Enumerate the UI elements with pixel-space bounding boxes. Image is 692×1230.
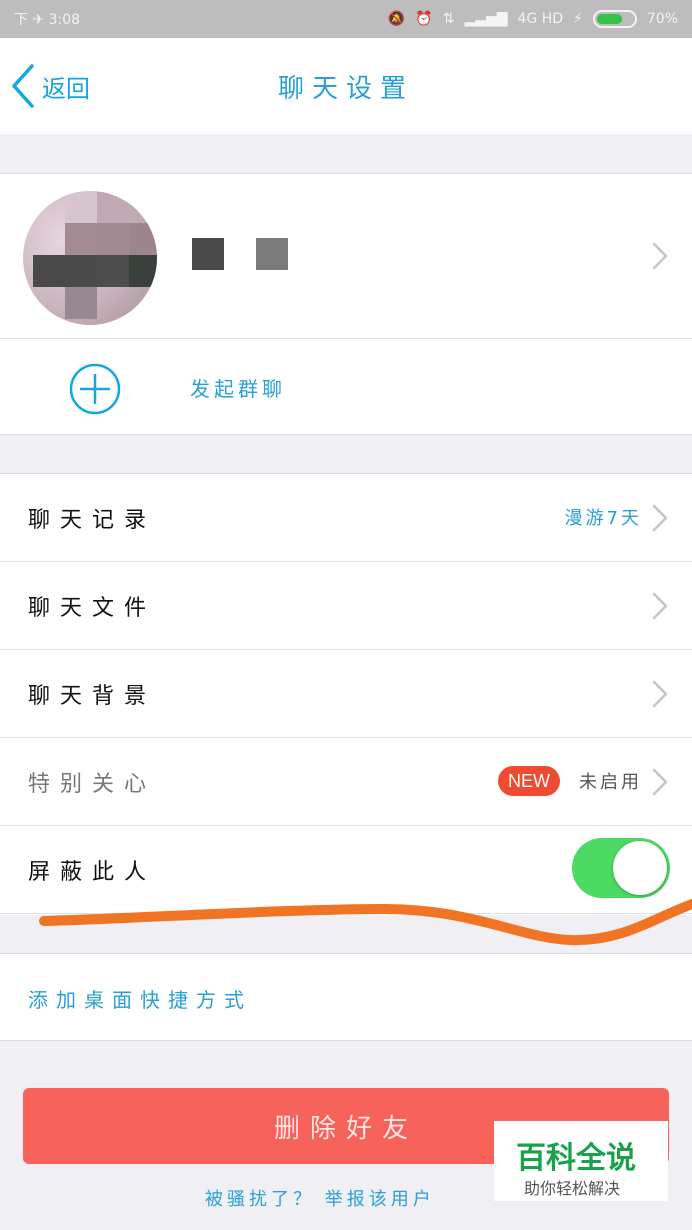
data-transfer-icon: ⇅ [442, 11, 455, 27]
chat-background-row[interactable]: 聊天背景 [0, 650, 692, 738]
battery-icon [592, 10, 637, 28]
report-user-link[interactable]: 被骚扰了？ 举报该用户 [205, 1185, 435, 1211]
start-group-chat-label: 发起群聊 [190, 377, 286, 401]
chevron-right-icon [652, 680, 668, 708]
status-bar: 下 ✈ 3:08 🔕 ⏰ ⇅ ▂▃▅▇ 4G HD ⚡ 70% [0, 0, 692, 38]
battery-percent: 70% [646, 11, 678, 27]
special-care-row[interactable]: 特别关心 NEW 未启用 [0, 738, 692, 826]
new-badge: NEW [498, 766, 560, 796]
watermark-title: 百科全说 [516, 1141, 636, 1176]
add-circle-icon [69, 363, 121, 415]
toggle-knob [613, 841, 667, 895]
block-user-row: 屏蔽此人 [0, 826, 692, 914]
page-title: 聊天设置 [277, 74, 414, 104]
nav-bar: 返回 聊天设置 [0, 38, 692, 134]
chat-history-value: 漫游7天 [564, 508, 642, 529]
block-user-label: 屏蔽此人 [28, 859, 157, 885]
status-left: 下 ✈ 3:08 [14, 9, 80, 29]
signal-icon: ▂▃▅▇ [464, 11, 508, 27]
chevron-right-icon [652, 242, 668, 270]
status-right: 🔕 ⏰ ⇅ ▂▃▅▇ 4G HD ⚡ 70% [388, 10, 678, 28]
chevron-right-icon [652, 768, 668, 796]
status-left-text: 下 ✈ 3:08 [14, 12, 81, 28]
special-care-value: 未启用 [579, 772, 642, 793]
add-desktop-shortcut-link[interactable]: 添加桌面快捷方式 [28, 984, 252, 1013]
mute-icon: 🔕 [387, 11, 406, 27]
watermark-subtitle: 助你轻松解决 [524, 1179, 621, 1198]
block-user-toggle[interactable] [572, 838, 670, 898]
chevron-right-icon [652, 592, 668, 620]
chat-history-row[interactable]: 聊天记录 漫游7天 [0, 474, 692, 562]
chat-files-label: 聊天文件 [28, 595, 157, 621]
chevron-right-icon [652, 504, 668, 532]
chat-files-row[interactable]: 聊天文件 [0, 562, 692, 650]
start-group-chat-row[interactable]: 发起群聊 [0, 339, 692, 435]
avatar [23, 191, 157, 325]
alarm-icon: ⏰ [415, 11, 433, 27]
special-care-label: 特别关心 [28, 771, 157, 797]
chat-background-label: 聊天背景 [28, 683, 157, 709]
settings-list: 聊天记录 漫游7天 聊天文件 聊天背景 特别关心 NEW 未启用 屏蔽此人 [0, 473, 692, 915]
network-type: 4G HD [517, 11, 564, 27]
profile-section: 发起群聊 [0, 173, 692, 435]
chat-history-label: 聊天记录 [28, 507, 157, 533]
charging-icon: ⚡ [573, 11, 583, 27]
name-redacted [192, 238, 288, 270]
profile-row[interactable] [0, 174, 692, 339]
shortcut-section: 添加桌面快捷方式 [0, 953, 692, 1041]
watermark-logo: 百科全说 助你轻松解决 [494, 1121, 668, 1201]
